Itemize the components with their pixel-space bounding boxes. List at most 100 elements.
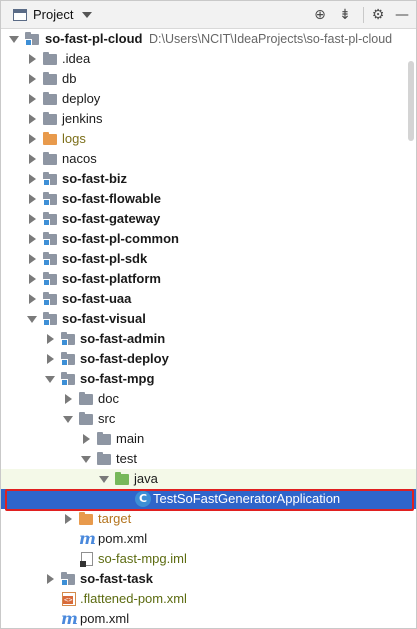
tree-row[interactable]: so-fast-platform — [1, 269, 416, 289]
collapse-arrow-icon[interactable] — [63, 509, 73, 529]
tree-label: so-fast-visual — [62, 311, 146, 326]
tree-row[interactable]: doc — [1, 389, 416, 409]
collapse-arrow-icon[interactable] — [27, 109, 37, 129]
tree-row[interactable]: m pom.xml — [1, 609, 416, 629]
tree-row[interactable]: so-fast-flowable — [1, 189, 416, 209]
tree-row[interactable]: so-fast-pl-sdk — [1, 249, 416, 269]
xml-file-icon — [62, 592, 76, 606]
tree-row[interactable]: so-fast-visual — [1, 309, 416, 329]
tree-label: so-fast-pl-common — [62, 231, 179, 246]
expand-arrow-icon[interactable] — [99, 469, 109, 489]
java-class-icon: C — [135, 491, 151, 507]
tree-row[interactable]: .flattened-pom.xml — [1, 589, 416, 609]
tree-row[interactable]: so-fast-gateway — [1, 209, 416, 229]
collapse-all-icon[interactable]: ⇟ — [336, 6, 354, 24]
module-file-icon — [80, 552, 93, 567]
chevron-down-icon[interactable] — [82, 12, 92, 18]
collapse-arrow-icon[interactable] — [27, 169, 37, 189]
collapse-arrow-icon[interactable] — [27, 149, 37, 169]
tree-label: pom.xml — [80, 611, 130, 626]
hide-icon[interactable]: — — [393, 6, 411, 24]
module-folder-icon — [43, 272, 57, 286]
tree-row[interactable]: so-fast-uaa — [1, 289, 416, 309]
tree-row[interactable]: so-fast-deploy — [1, 349, 416, 369]
tree-row-root[interactable]: so-fast-pl-cloud D:\Users\NCIT\IdeaProje… — [1, 29, 416, 49]
collapse-arrow-icon[interactable] — [27, 249, 37, 269]
expand-arrow-icon[interactable] — [27, 309, 37, 329]
collapse-arrow-icon[interactable] — [81, 429, 91, 449]
collapse-arrow-icon[interactable] — [63, 389, 73, 409]
module-folder-icon — [61, 352, 75, 366]
collapse-arrow-icon[interactable] — [27, 69, 37, 89]
tree-label: test — [116, 451, 137, 466]
collapse-arrow-icon[interactable] — [27, 209, 37, 229]
tree-row-selected[interactable]: C TestSoFastGeneratorApplication — [1, 489, 416, 509]
expand-arrow-icon[interactable] — [45, 369, 55, 389]
tree-row[interactable]: .idea — [1, 49, 416, 69]
tree-row[interactable]: nacos — [1, 149, 416, 169]
tree-row[interactable]: test — [1, 449, 416, 469]
collapse-arrow-icon[interactable] — [27, 289, 37, 309]
tree-row[interactable]: main — [1, 429, 416, 449]
module-folder-icon — [43, 292, 57, 306]
collapse-arrow-icon[interactable] — [27, 229, 37, 249]
tree-label: .flattened-pom.xml — [80, 591, 187, 606]
tree-label: so-fast-mpg — [80, 371, 155, 386]
tree-row[interactable]: so-fast-biz — [1, 169, 416, 189]
module-folder-icon — [61, 572, 75, 586]
tree-label: pom.xml — [98, 531, 148, 546]
tree-row[interactable]: so-fast-task — [1, 569, 416, 589]
tree-label: src — [98, 411, 116, 426]
collapse-arrow-icon[interactable] — [27, 129, 37, 149]
tree-row[interactable]: deploy — [1, 89, 416, 109]
expand-arrow-icon[interactable] — [63, 409, 73, 429]
excluded-folder-icon — [43, 132, 57, 145]
collapse-arrow-icon[interactable] — [45, 329, 55, 349]
project-view-icon — [13, 9, 27, 21]
tree-label: target — [98, 511, 132, 526]
tree-row[interactable]: jenkins — [1, 109, 416, 129]
tree-label: so-fast-admin — [80, 331, 166, 346]
tree-row[interactable]: so-fast-mpg.iml — [1, 549, 416, 569]
project-view-selector[interactable]: Project — [33, 7, 73, 22]
test-source-folder-icon — [115, 472, 129, 485]
maven-icon: m — [61, 609, 78, 628]
tree-row[interactable]: so-fast-pl-common — [1, 229, 416, 249]
folder-icon — [97, 452, 111, 465]
tree-label: .idea — [62, 51, 91, 66]
tree-row[interactable]: src — [1, 409, 416, 429]
module-folder-icon — [61, 372, 75, 386]
module-folder-icon — [61, 332, 75, 346]
gear-icon[interactable]: ⚙ — [369, 6, 387, 24]
folder-icon — [43, 152, 57, 165]
excluded-folder-icon — [79, 512, 93, 525]
tree-row[interactable]: logs — [1, 129, 416, 149]
expand-arrow-icon[interactable] — [9, 29, 19, 49]
module-folder-icon — [43, 212, 57, 226]
collapse-arrow-icon[interactable] — [45, 569, 55, 589]
expand-arrow-icon[interactable] — [81, 449, 91, 469]
scrollbar-thumb[interactable] — [408, 61, 414, 141]
tree-label: so-fast-uaa — [62, 291, 132, 306]
module-folder-icon — [43, 252, 57, 266]
project-tree: so-fast-pl-cloud D:\Users\NCIT\IdeaProje… — [1, 29, 416, 629]
vertical-scrollbar[interactable] — [408, 61, 414, 621]
tree-row[interactable]: so-fast-mpg — [1, 369, 416, 389]
collapse-arrow-icon[interactable] — [27, 269, 37, 289]
folder-icon — [43, 112, 57, 125]
tree-row[interactable]: java — [1, 469, 416, 489]
collapse-arrow-icon[interactable] — [27, 49, 37, 69]
folder-icon — [43, 92, 57, 105]
tree-row[interactable]: m pom.xml — [1, 529, 416, 549]
tree-row[interactable]: target — [1, 509, 416, 529]
collapse-arrow-icon[interactable] — [45, 349, 55, 369]
collapse-arrow-icon[interactable] — [27, 89, 37, 109]
tree-label: so-fast-flowable — [62, 191, 161, 206]
collapse-arrow-icon[interactable] — [27, 189, 37, 209]
tree-row[interactable]: db — [1, 69, 416, 89]
crosshair-icon[interactable]: ⊕ — [311, 6, 329, 24]
folder-icon — [79, 412, 93, 425]
module-folder-icon — [43, 312, 57, 326]
tree-row[interactable]: so-fast-admin — [1, 329, 416, 349]
tree-label: logs — [62, 131, 86, 146]
